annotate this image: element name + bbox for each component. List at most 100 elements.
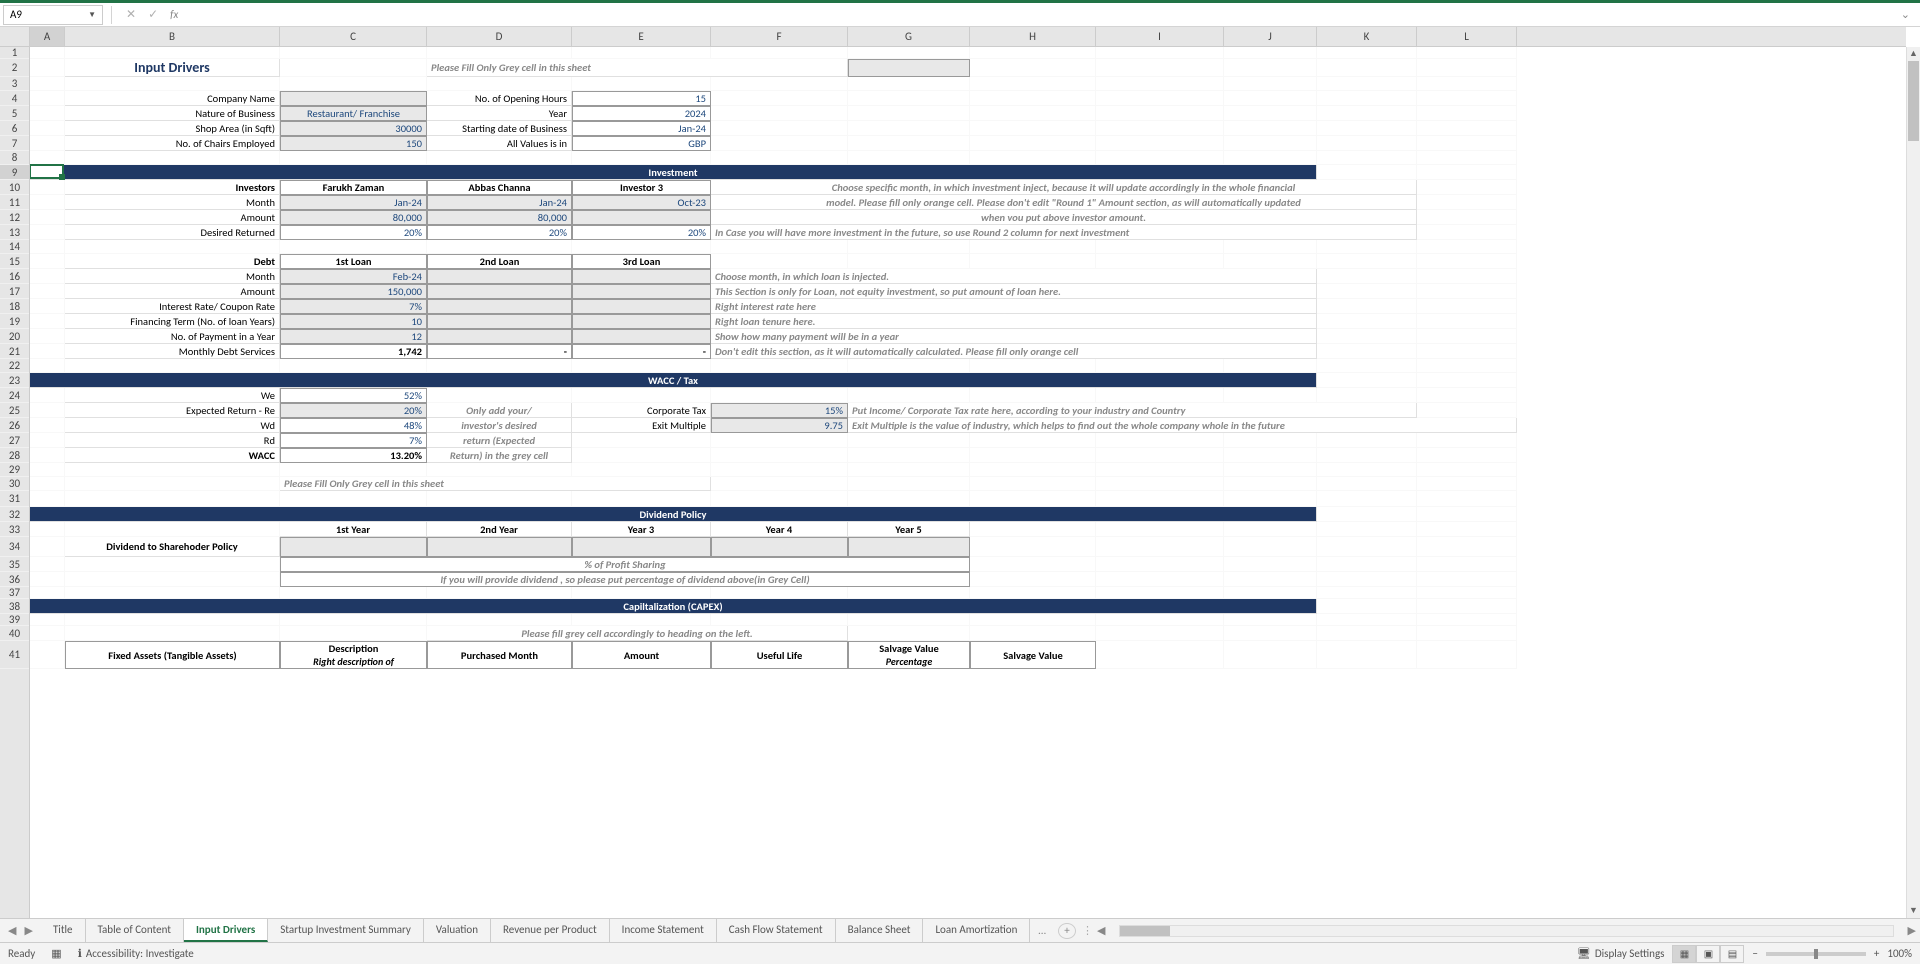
cell-H35[interactable] [970,557,1096,572]
hscroll-right-icon[interactable]: ▶ [1908,924,1916,937]
cell-L38[interactable] [1417,599,1517,614]
cell-K24[interactable] [1317,388,1417,403]
macro-record-icon[interactable]: ▦ [51,947,61,960]
cell-F13[interactable]: In Case you will have more investment in… [711,225,1417,240]
name-box-dropdown-icon[interactable]: ▼ [88,10,96,20]
cell-H7[interactable] [970,136,1096,151]
cell-B15[interactable]: Debt [65,254,280,269]
cell-D34[interactable] [427,537,572,557]
row-header-37[interactable]: 37 [0,587,29,599]
cell-B7[interactable]: No. of Chairs Employed [65,136,280,151]
cell-D25[interactable]: Only add your/ [427,403,572,418]
column-header-I[interactable]: I [1096,27,1224,46]
cell-D8[interactable] [427,151,572,165]
cell-E34[interactable] [572,537,711,557]
cell-B25[interactable]: Expected Return - Re [65,403,280,418]
scroll-up-icon[interactable]: ▲ [1907,47,1920,61]
sheet-tab-title[interactable]: Title [41,919,86,942]
cell-A8[interactable] [30,151,65,165]
column-header-F[interactable]: F [711,27,848,46]
cell-L12[interactable] [1417,210,1517,225]
cell-I15[interactable] [1096,254,1224,269]
hscroll-thumb[interactable] [1120,926,1170,936]
cell-I24[interactable] [1096,388,1224,403]
cell-K16[interactable] [1317,269,1417,284]
row-header-5[interactable]: 5 [0,106,29,121]
cell-G39[interactable] [848,614,970,626]
cell-D37[interactable] [427,587,572,599]
cell-H4[interactable] [970,91,1096,106]
cell-A40[interactable] [30,626,65,641]
cell-J24[interactable] [1224,388,1317,403]
cell-F22[interactable] [711,359,848,373]
cell-L27[interactable] [1417,433,1517,448]
cell-C12[interactable]: 80,000 [280,210,427,225]
cell-I2[interactable] [1096,59,1224,77]
cell-K7[interactable] [1317,136,1417,151]
cell-D41[interactable]: Purchased Month [427,641,572,669]
cell-F1[interactable] [711,47,848,59]
cell-F33[interactable]: Year 4 [711,522,848,537]
cell-F17[interactable]: This Section is only for Loan, not equit… [711,284,1317,299]
cell-B31[interactable] [65,491,280,507]
row-header-41[interactable]: 41 [0,641,29,669]
cell-F16[interactable]: Choose month, in which loan is injected. [711,269,1317,284]
cell-A14[interactable] [30,240,65,254]
zoom-slider[interactable] [1766,952,1866,956]
cell-H3[interactable] [970,77,1096,91]
column-header-E[interactable]: E [572,27,711,46]
cell-L34[interactable] [1417,537,1517,557]
cell-I36[interactable] [1096,572,1224,587]
row-header-2[interactable]: 2 [0,59,29,77]
row-header-40[interactable]: 40 [0,626,29,641]
cell-C3[interactable] [280,77,427,91]
cell-B34[interactable]: Dividend to Sharehoder Policy [65,537,280,557]
cell-E8[interactable] [572,151,711,165]
cell-A11[interactable] [30,195,65,210]
row-header-22[interactable]: 22 [0,359,29,373]
cell-J22[interactable] [1224,359,1317,373]
sheet-tab-cash-flow-statement[interactable]: Cash Flow Statement [717,919,836,942]
cell-L6[interactable] [1417,121,1517,136]
row-header-38[interactable]: 38 [0,599,29,614]
cell-F28[interactable] [711,448,848,463]
cell-C33[interactable]: 1st Year [280,522,427,537]
cell-H14[interactable] [970,240,1096,254]
cell-B41[interactable]: Fixed Assets (Tangible Assets) [65,641,280,669]
cell-C26[interactable]: 48% [280,418,427,433]
cell-K31[interactable] [1317,491,1417,507]
cell-K29[interactable] [1317,463,1417,477]
cell-A2[interactable] [30,59,65,77]
row-header-30[interactable]: 30 [0,477,29,491]
cell-D40[interactable]: Please fill grey cell accordingly to hea… [427,626,848,641]
cell-G8[interactable] [848,151,970,165]
cell-A30[interactable] [30,477,65,491]
tab-more-icon[interactable]: … [1030,924,1054,937]
cell-L16[interactable] [1417,269,1517,284]
row-header-6[interactable]: 6 [0,121,29,136]
cell-H37[interactable] [970,587,1096,599]
cell-H24[interactable] [970,388,1096,403]
cell-C34[interactable] [280,537,427,557]
cell-E3[interactable] [572,77,711,91]
row-header-16[interactable]: 16 [0,269,29,284]
cell-H27[interactable] [970,433,1096,448]
cell-E11[interactable]: Oct-23 [572,195,711,210]
cell-E25[interactable]: Corporate Tax [572,403,711,418]
row-header-34[interactable]: 34 [0,537,29,557]
row-header-13[interactable]: 13 [0,225,29,240]
cell-G41[interactable]: Salvage ValuePercentage [848,641,970,669]
cell-A20[interactable] [30,329,65,344]
cell-L29[interactable] [1417,463,1517,477]
cell-E12[interactable] [572,210,711,225]
cell-D11[interactable]: Jan-24 [427,195,572,210]
cell-A39[interactable] [30,614,65,626]
cell-L21[interactable] [1417,344,1517,359]
cell-A15[interactable] [30,254,65,269]
cell-J27[interactable] [1224,433,1317,448]
cell-I8[interactable] [1096,151,1224,165]
cell-E15[interactable]: 3rd Loan [572,254,711,269]
add-sheet-button[interactable]: + [1058,923,1076,939]
cell-C18[interactable]: 7% [280,299,427,314]
cell-G29[interactable] [848,463,970,477]
